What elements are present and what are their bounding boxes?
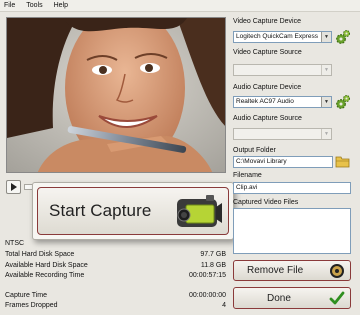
available-time-label: Available Recording Time bbox=[5, 272, 85, 279]
start-capture-button[interactable]: Start Capture bbox=[37, 187, 229, 235]
available-disk-row: Available Hard Disk Space 11.8 GB bbox=[5, 262, 226, 269]
filename-value: Clip.avi bbox=[236, 184, 258, 191]
chevron-down-icon: ▼ bbox=[321, 32, 331, 42]
checkmark-icon bbox=[329, 291, 345, 305]
capture-time-row: Capture Time 00:00:00:00 bbox=[5, 292, 226, 299]
menu-help[interactable]: Help bbox=[53, 2, 69, 9]
captured-files-label: Captured Video Files bbox=[233, 199, 299, 206]
remove-file-button[interactable]: Remove File bbox=[233, 260, 351, 281]
gear-icon[interactable] bbox=[335, 29, 351, 45]
chevron-down-icon: ▼ bbox=[321, 65, 331, 75]
capture-time-label: Capture Time bbox=[5, 292, 48, 299]
video-source-select[interactable]: ▼ bbox=[233, 64, 332, 76]
tv-standard-label: NTSC bbox=[5, 240, 25, 247]
video-preview bbox=[6, 17, 226, 173]
chevron-down-icon: ▼ bbox=[321, 97, 331, 107]
start-capture-panel: Start Capture bbox=[32, 182, 234, 240]
available-time-value: 00:00:57:15 bbox=[189, 272, 226, 279]
available-disk-label: Available Hard Disk Space bbox=[5, 262, 88, 269]
camcorder-icon bbox=[177, 195, 222, 227]
filename-label: Filename bbox=[233, 172, 262, 179]
film-reel-icon bbox=[330, 264, 344, 278]
remove-file-label: Remove File bbox=[247, 265, 304, 276]
capture-time-value: 00:00:00:00 bbox=[189, 292, 226, 299]
frames-dropped-label: Frames Dropped bbox=[5, 302, 58, 309]
available-time-row: Available Recording Time 00:00:57:15 bbox=[5, 272, 226, 279]
chevron-down-icon: ▼ bbox=[321, 129, 331, 139]
video-device-label: Video Capture Device bbox=[233, 18, 301, 25]
video-device-value: Logitech QuickCam Express bbox=[236, 33, 319, 40]
audio-device-select[interactable]: Realtek AC97 Audio ▼ bbox=[233, 96, 332, 108]
total-disk-label: Total Hard Disk Space bbox=[5, 251, 75, 258]
play-icon bbox=[11, 183, 17, 191]
done-button[interactable]: Done bbox=[233, 287, 351, 309]
frames-dropped-row: Frames Dropped 4 bbox=[5, 302, 226, 309]
audio-device-label: Audio Capture Device bbox=[233, 84, 302, 91]
available-disk-value: 11.8 GB bbox=[200, 262, 226, 269]
webcam-frame-image bbox=[7, 18, 225, 172]
audio-source-label: Audio Capture Source bbox=[233, 115, 302, 122]
folder-icon[interactable] bbox=[335, 155, 350, 168]
video-source-label: Video Capture Source bbox=[233, 49, 302, 56]
menu-bar: File Tools Help bbox=[0, 0, 360, 12]
captured-files-list[interactable] bbox=[233, 208, 351, 254]
tv-standard-row: NTSC bbox=[5, 240, 226, 247]
menu-file[interactable]: File bbox=[3, 2, 16, 9]
output-folder-value: C:\Movavi Library bbox=[236, 158, 287, 165]
frames-dropped-value: 4 bbox=[222, 302, 226, 309]
output-folder-field[interactable]: C:\Movavi Library bbox=[233, 156, 333, 168]
gear-icon[interactable] bbox=[335, 94, 351, 110]
menu-tools[interactable]: Tools bbox=[25, 2, 43, 9]
total-disk-value: 97.7 GB bbox=[200, 251, 226, 258]
done-label: Done bbox=[267, 292, 291, 304]
audio-source-select[interactable]: ▼ bbox=[233, 128, 332, 140]
video-device-select[interactable]: Logitech QuickCam Express ▼ bbox=[233, 31, 332, 43]
play-button[interactable] bbox=[6, 180, 21, 194]
filename-field[interactable]: Clip.avi bbox=[233, 182, 351, 194]
start-capture-label: Start Capture bbox=[49, 201, 152, 220]
total-disk-row: Total Hard Disk Space 97.7 GB bbox=[5, 251, 226, 258]
audio-device-value: Realtek AC97 Audio bbox=[236, 98, 294, 105]
output-folder-label: Output Folder bbox=[233, 147, 276, 154]
